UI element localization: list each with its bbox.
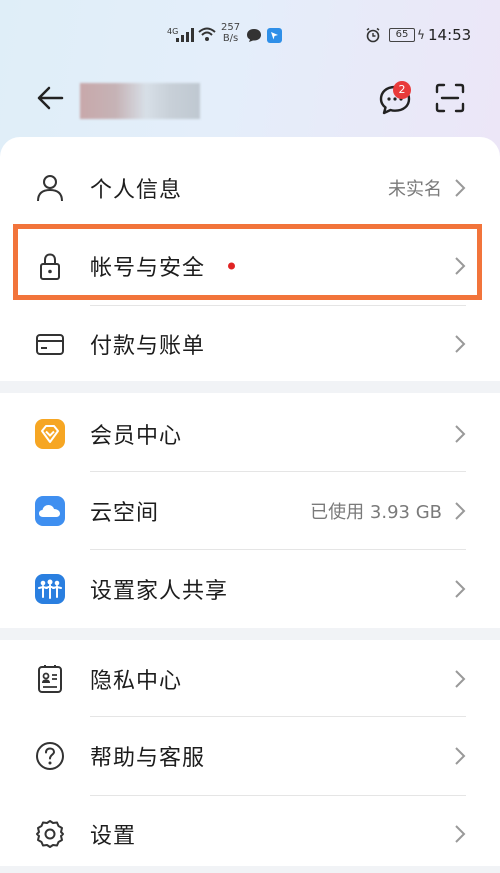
vip-icon <box>35 419 65 449</box>
chevron-right-icon <box>455 825 466 843</box>
menu-item-label: 帐号与安全 <box>90 256 206 281</box>
menu-item-vip-center[interactable]: 会员中心 <box>0 395 500 473</box>
scan-icon[interactable] <box>434 82 466 114</box>
wifi-icon <box>198 27 216 41</box>
menu-item-label: 设置家人共享 <box>90 579 229 604</box>
alarm-icon <box>366 27 380 43</box>
menu-item-label: 设置 <box>90 824 137 849</box>
menu-item-label: 付款与账单 <box>90 334 206 359</box>
menu-item-label: 隐私中心 <box>90 669 183 694</box>
menu-item-status: 未实名 <box>388 179 442 200</box>
person-icon <box>37 175 63 202</box>
chevron-right-icon <box>455 670 466 688</box>
red-dot-indicator <box>228 262 235 270</box>
help-icon <box>36 742 64 770</box>
menu-item-help-support[interactable]: 帮助与客服 <box>0 717 500 795</box>
menu-item-settings[interactable]: 设置 <box>0 795 500 873</box>
cloud-icon <box>35 496 65 526</box>
charging-icon: ϟ <box>417 28 425 42</box>
lock-icon <box>40 253 60 280</box>
chevron-right-icon <box>455 257 466 275</box>
menu-item-account-security[interactable]: 帐号与安全 <box>0 227 500 305</box>
menu-item-label: 会员中心 <box>90 424 183 449</box>
signal-icon <box>176 28 194 42</box>
card-icon <box>36 334 64 355</box>
speed-unit: B/s <box>222 33 239 44</box>
network-speed: 257 B/s <box>221 22 240 44</box>
services-section: 会员中心 云空间 已使用 3.93 GB 设置家人共享 <box>0 393 500 628</box>
chevron-right-icon <box>455 502 466 520</box>
family-icon <box>35 574 65 604</box>
menu-item-payment[interactable]: 付款与账单 <box>0 305 500 383</box>
app-notification-icon <box>267 28 282 43</box>
account-section: 个人信息 未实名 帐号与安全 付款与账单 <box>0 137 500 381</box>
menu-item-personal-info[interactable]: 个人信息 未实名 <box>0 149 500 227</box>
storage-usage: 已使用 3.93 GB <box>310 502 442 523</box>
privacy-icon <box>38 665 62 693</box>
chevron-right-icon <box>455 335 466 353</box>
settings-gear-icon <box>36 820 64 848</box>
speed-value: 257 <box>221 22 241 33</box>
chevron-right-icon <box>455 580 466 598</box>
chevron-right-icon <box>455 179 466 197</box>
chat-notification-icon <box>247 29 261 42</box>
menu-item-family-sharing[interactable]: 设置家人共享 <box>0 550 500 628</box>
notification-badge: 2 <box>393 81 411 99</box>
menu-item-cloud-space[interactable]: 云空间 已使用 3.93 GB <box>0 472 500 550</box>
chevron-right-icon <box>455 425 466 443</box>
back-arrow-icon[interactable] <box>34 82 66 114</box>
clock: 14:53 <box>428 26 472 44</box>
menu-item-privacy-center[interactable]: 隐私中心 <box>0 640 500 718</box>
menu-item-label: 个人信息 <box>90 178 183 203</box>
chevron-right-icon <box>455 747 466 765</box>
status-bar: 4G 257 B/s 65 ϟ 14:53 <box>0 18 500 54</box>
support-section: 隐私中心 帮助与客服 设置 <box>0 640 500 866</box>
menu-item-label: 帮助与客服 <box>90 746 206 771</box>
blurred-user-name <box>80 83 200 119</box>
menu-item-label: 云空间 <box>90 501 160 526</box>
battery-level: 65 <box>389 28 415 42</box>
